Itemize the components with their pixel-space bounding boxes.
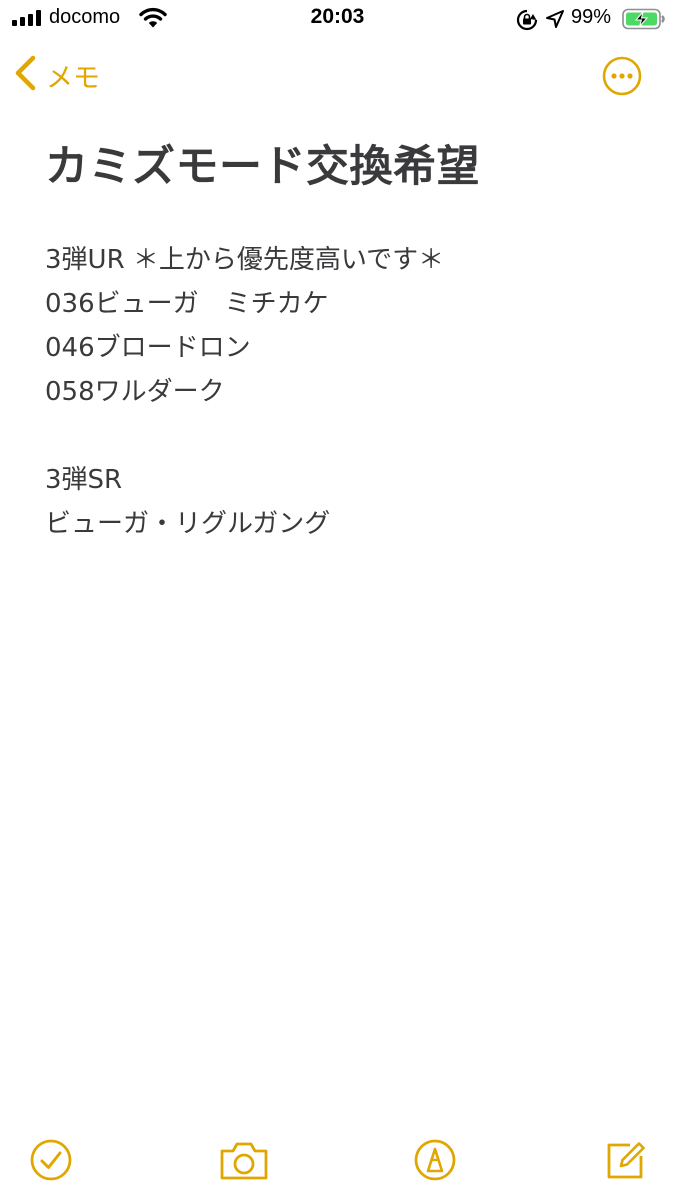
note-body[interactable]: 3弾UR ＊上から優先度高いです＊ 036ビューガ ミチカケ 046ブロードロン… <box>45 238 645 546</box>
note-line: ビューガ・リグルガング <box>45 509 331 539</box>
note-line: 046ブロードロン <box>45 333 251 363</box>
compose-button[interactable] <box>602 1136 650 1184</box>
status-bar: docomo 20:03 99% <box>0 0 675 38</box>
back-button[interactable]: メモ <box>12 52 100 98</box>
camera-button[interactable] <box>217 1136 271 1184</box>
note-title[interactable]: カミズモード交換希望 <box>45 132 480 194</box>
note-line-blank <box>45 414 645 458</box>
compose-icon <box>602 1142 650 1188</box>
ellipsis-circle-icon <box>602 56 642 100</box>
back-button-label: メモ <box>46 62 100 94</box>
more-options-button[interactable] <box>602 56 642 96</box>
orientation-lock-icon <box>516 9 538 35</box>
chevron-left-icon <box>12 53 38 97</box>
markup-button[interactable] <box>411 1136 459 1184</box>
checklist-button[interactable] <box>27 1136 75 1184</box>
camera-icon <box>217 1142 271 1188</box>
battery-charging-icon <box>622 8 666 34</box>
note-line: 058ワルダーク <box>45 377 225 407</box>
note-line: 3弾UR ＊上から優先度高いです＊ <box>45 245 445 275</box>
note-line: 036ビューガ ミチカケ <box>45 289 329 319</box>
checklist-icon <box>27 1139 75 1188</box>
battery-percent: 99% <box>571 6 612 28</box>
location-arrow-icon <box>545 9 565 33</box>
bottom-toolbar <box>0 1130 675 1200</box>
note-line: 3弾SR <box>45 465 123 495</box>
markup-pen-icon <box>411 1139 459 1188</box>
